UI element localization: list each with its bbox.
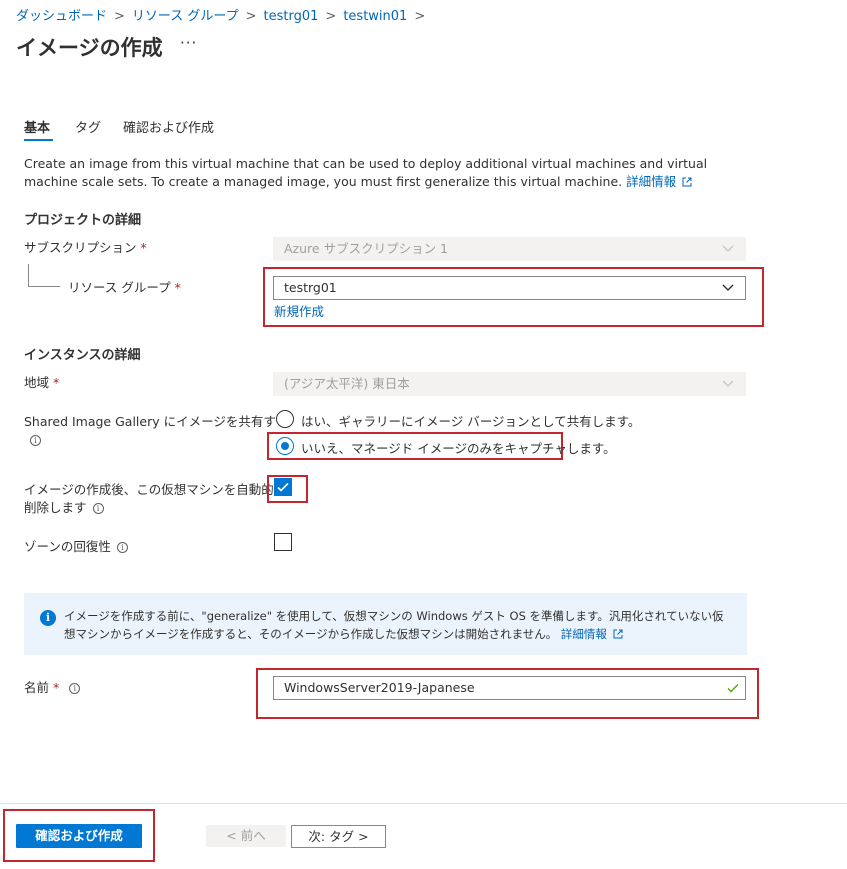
previous-button[interactable]: < 前へ bbox=[206, 825, 286, 847]
name-label-text: 名前 bbox=[24, 680, 50, 695]
description: Create an image from this virtual machin… bbox=[24, 155, 744, 191]
required-marker: * bbox=[174, 280, 181, 295]
info-icon[interactable]: i bbox=[92, 503, 104, 514]
review-create-button[interactable]: 確認および作成 bbox=[16, 824, 142, 848]
chevron-right-icon: > bbox=[414, 9, 426, 24]
subscription-select[interactable]: Azure サブスクリプション 1 bbox=[273, 237, 746, 261]
zone-label: ゾーンの回復性 i bbox=[24, 538, 128, 556]
learn-more-label: 詳細情報 bbox=[626, 174, 677, 189]
info-banner-message: イメージを作成する前に、"generalize" を使用して、仮想マシンの Wi… bbox=[64, 609, 724, 641]
create-new-resource-group-link[interactable]: 新規作成 bbox=[274, 301, 324, 320]
tree-connector bbox=[28, 264, 29, 286]
region-label-text: 地域 bbox=[24, 375, 50, 390]
required-marker: * bbox=[53, 375, 60, 390]
gallery-option-no-label[interactable]: いいえ、マネージド イメージのみをキャプチャします。 bbox=[301, 438, 616, 457]
required-marker: * bbox=[53, 680, 60, 695]
check-icon bbox=[727, 684, 739, 693]
active-tab-indicator bbox=[24, 139, 53, 141]
autodelete-label-line2: 削除します bbox=[24, 500, 87, 515]
page-title: イメージの作成 bbox=[16, 36, 163, 60]
instance-details-heading: インスタンスの詳細 bbox=[24, 348, 141, 363]
info-icon[interactable]: i bbox=[116, 542, 128, 553]
breadcrumb-dashboard[interactable]: ダッシュボード bbox=[16, 9, 107, 24]
subscription-value: Azure サブスクリプション 1 bbox=[284, 241, 448, 256]
breadcrumb-testrg01[interactable]: testrg01 bbox=[264, 9, 319, 24]
gallery-option-yes-radio[interactable] bbox=[276, 410, 294, 428]
subscription-label: サブスクリプション * bbox=[24, 239, 147, 257]
name-label: 名前 * i bbox=[24, 679, 81, 697]
resource-group-label: リソース グループ * bbox=[68, 279, 181, 297]
chevron-down-icon bbox=[722, 284, 734, 291]
autodelete-label: イメージの作成後、この仮想マシンを自動的に 削除します i bbox=[24, 481, 286, 517]
autodelete-checkbox[interactable] bbox=[274, 478, 292, 496]
resource-group-label-text: リソース グループ bbox=[68, 280, 171, 295]
breadcrumb-resource-groups[interactable]: リソース グループ bbox=[132, 9, 239, 24]
info-icon: i bbox=[40, 610, 56, 626]
info-learn-more-link[interactable]: 詳細情報 bbox=[561, 627, 623, 641]
project-details-heading: プロジェクトの詳細 bbox=[24, 213, 142, 228]
gallery-label: Shared Image Gallery にイメージを共有する bbox=[24, 413, 288, 431]
info-learn-more-label: 詳細情報 bbox=[560, 627, 607, 641]
info-banner-text: イメージを作成する前に、"generalize" を使用して、仮想マシンの Wi… bbox=[64, 607, 734, 643]
chevron-right-icon: > bbox=[245, 9, 257, 24]
gallery-option-yes-label[interactable]: はい、ギャラリーにイメージ バージョンとして共有します。 bbox=[301, 411, 640, 430]
info-icon[interactable]: i bbox=[69, 683, 81, 694]
info-icon: i bbox=[30, 435, 41, 446]
region-label: 地域 * bbox=[24, 374, 59, 392]
breadcrumb: ダッシュボード > リソース グループ > testrg01 > testwin01 > bbox=[16, 5, 432, 24]
chevron-down-icon bbox=[722, 245, 734, 252]
tab-tags[interactable]: タグ bbox=[75, 117, 101, 136]
tree-connector bbox=[28, 286, 60, 287]
gallery-label-text: Shared Image Gallery にイメージを共有する bbox=[24, 414, 289, 429]
generalize-info-banner: i イメージを作成する前に、"generalize" を使用して、仮想マシンの … bbox=[24, 593, 747, 655]
resource-group-value: testrg01 bbox=[284, 280, 337, 295]
zone-label-text: ゾーンの回復性 bbox=[24, 539, 111, 554]
next-tags-button[interactable]: 次: タグ > bbox=[291, 825, 386, 848]
gallery-option-no-radio[interactable] bbox=[276, 437, 294, 455]
subscription-label-text: サブスクリプション bbox=[24, 240, 137, 255]
region-value: (アジア太平洋) 東日本 bbox=[284, 376, 410, 391]
chevron-right-icon: > bbox=[325, 9, 337, 24]
region-select[interactable]: (アジア太平洋) 東日本 bbox=[273, 372, 746, 396]
learn-more-link[interactable]: 詳細情報 bbox=[626, 174, 692, 189]
external-link-icon bbox=[613, 629, 623, 639]
resource-group-select[interactable]: testrg01 bbox=[273, 276, 746, 300]
tab-review-create[interactable]: 確認および作成 bbox=[123, 117, 214, 136]
check-icon bbox=[277, 482, 289, 492]
breadcrumb-testwin01[interactable]: testwin01 bbox=[343, 9, 407, 24]
external-link-icon bbox=[682, 177, 692, 187]
more-options-button[interactable]: ··· bbox=[180, 34, 197, 52]
footer-divider bbox=[0, 803, 847, 804]
autodelete-label-line2-row: 削除します i bbox=[24, 499, 286, 517]
gallery-info[interactable]: i bbox=[30, 432, 41, 447]
tab-basics[interactable]: 基本 bbox=[24, 117, 50, 136]
description-text: Create an image from this virtual machin… bbox=[24, 156, 708, 189]
image-name-input[interactable]: WindowsServer2019-Japanese bbox=[273, 676, 746, 700]
required-marker: * bbox=[140, 240, 147, 255]
chevron-down-icon bbox=[722, 380, 734, 387]
zone-resiliency-checkbox[interactable] bbox=[274, 533, 292, 551]
chevron-right-icon: > bbox=[114, 9, 125, 24]
image-name-value: WindowsServer2019-Japanese bbox=[284, 680, 475, 695]
autodelete-label-line1: イメージの作成後、この仮想マシンを自動的に bbox=[24, 482, 287, 497]
